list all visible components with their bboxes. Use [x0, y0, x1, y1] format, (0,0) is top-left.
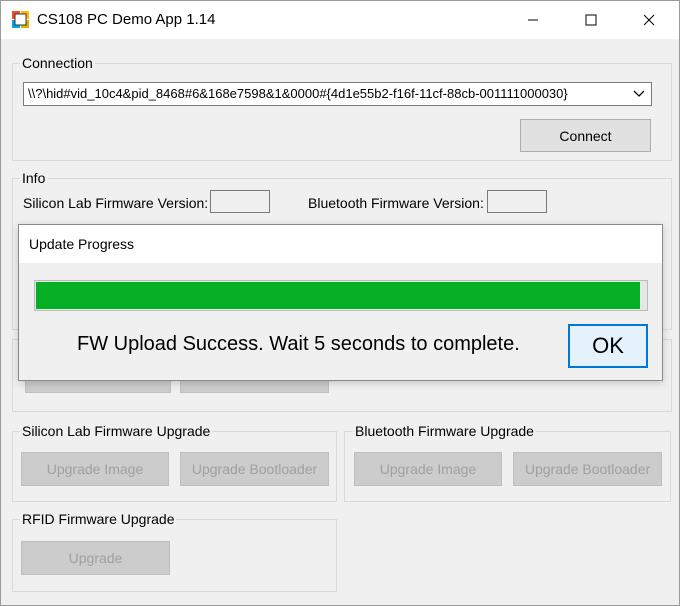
silicon-upgrade-image-button[interactable]: Upgrade Image [21, 452, 169, 486]
silicon-upgrade-group-label: Silicon Lab Firmware Upgrade [20, 423, 213, 439]
progress-fill [36, 282, 640, 309]
chevron-down-icon[interactable] [633, 89, 645, 99]
bluetooth-upgrade-group-label: Bluetooth Firmware Upgrade [353, 423, 536, 439]
main-window: CS108 PC Demo App 1.14 Connection \\?\hi… [0, 0, 680, 606]
silicon-upgrade-bootloader-button[interactable]: Upgrade Bootloader [180, 452, 329, 486]
update-progress-dialog: Update Progress FW Upload Success. Wait … [18, 224, 663, 381]
connection-group-label: Connection [20, 55, 95, 71]
bluetooth-fw-version-label: Bluetooth Firmware Version: [308, 195, 484, 211]
close-icon [643, 14, 655, 26]
maximize-icon [585, 14, 597, 26]
info-group-label: Info [20, 170, 48, 186]
minimize-icon [528, 19, 538, 21]
device-combobox[interactable]: \\?\hid#vid_10c4&pid_8468#6&168e7598&1&0… [23, 82, 652, 106]
silicon-fw-version-label: Silicon Lab Firmware Version: [23, 195, 209, 211]
dialog-title-bar[interactable]: Update Progress [19, 225, 662, 263]
close-button[interactable] [620, 1, 678, 39]
window-title: CS108 PC Demo App 1.14 [37, 11, 216, 28]
title-bar[interactable]: CS108 PC Demo App 1.14 [1, 1, 679, 39]
app-icon [12, 11, 29, 28]
rfid-upgrade-button[interactable]: Upgrade [21, 541, 170, 575]
dialog-title: Update Progress [29, 236, 135, 252]
connect-button[interactable]: Connect [520, 119, 651, 152]
bluetooth-fw-version-field [487, 190, 547, 213]
ok-button[interactable]: OK [568, 324, 648, 368]
status-message: FW Upload Success. Wait 5 seconds to com… [77, 333, 520, 355]
bluetooth-upgrade-bootloader-button[interactable]: Upgrade Bootloader [513, 452, 662, 486]
rfid-upgrade-group-label: RFID Firmware Upgrade [20, 511, 177, 527]
minimize-button[interactable] [504, 1, 562, 39]
maximize-button[interactable] [562, 1, 620, 39]
upload-progress-bar [34, 280, 648, 311]
silicon-fw-version-field [210, 190, 270, 213]
bluetooth-upgrade-image-button[interactable]: Upgrade Image [354, 452, 502, 486]
device-path-value: \\?\hid#vid_10c4&pid_8468#6&168e7598&1&0… [28, 86, 568, 101]
